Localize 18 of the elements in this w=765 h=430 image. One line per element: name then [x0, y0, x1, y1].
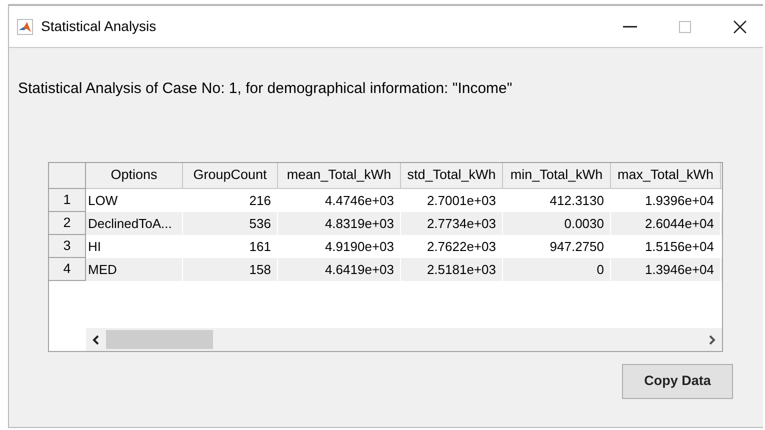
table-cell: 0 [503, 258, 611, 281]
copy-data-button[interactable]: Copy Data [622, 364, 733, 399]
window-title: Statistical Analysis [41, 17, 156, 36]
table-cell: 158 [183, 258, 278, 281]
row-header: 4 [49, 258, 86, 281]
table-cell: 4.6419e+03 [278, 258, 401, 281]
table-cell: MED [86, 258, 183, 281]
minimize-icon[interactable] [623, 26, 637, 28]
scrollbar-thumb[interactable] [106, 330, 213, 349]
row-header: 1 [49, 189, 86, 212]
close-icon[interactable] [733, 20, 747, 34]
heading-text: Statistical Analysis of Case No: 1, for demographical information: "Income" [18, 79, 512, 99]
app-logo-icon [17, 18, 33, 34]
horizontal-scrollbar[interactable] [86, 328, 722, 351]
table-cell: 1.3946e+04 [611, 258, 721, 281]
row-header: 3 [49, 235, 86, 258]
table-cell: 2.5181e+03 [401, 258, 503, 281]
row-header: 2 [49, 212, 86, 235]
